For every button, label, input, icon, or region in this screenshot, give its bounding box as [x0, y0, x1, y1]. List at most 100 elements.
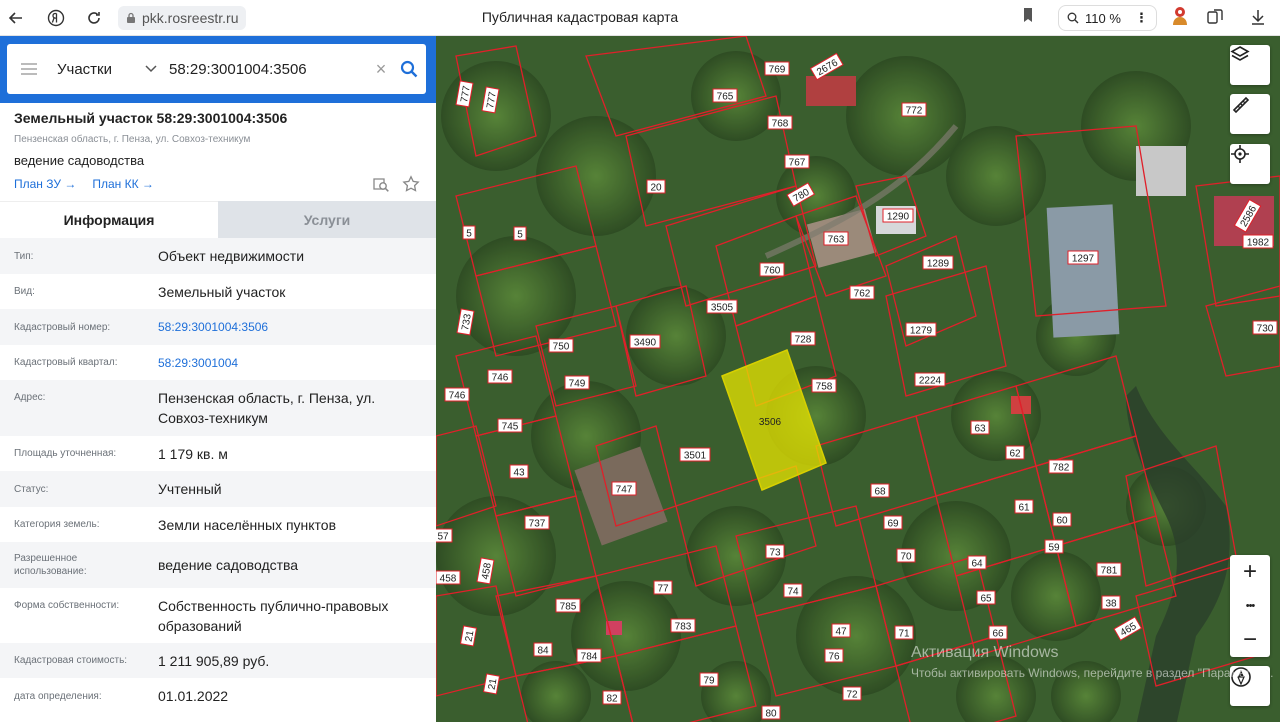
search-type-select[interactable]: Участки: [51, 61, 145, 78]
tab-services[interactable]: Услуги: [218, 201, 436, 238]
plan-kk-link[interactable]: План КК →: [92, 177, 154, 191]
parcel-number-label[interactable]: 1279: [905, 322, 937, 337]
parcel-number-text: 758: [816, 382, 833, 393]
parcel-number-label[interactable]: 80: [761, 705, 781, 720]
parcel-number-label[interactable]: 76: [824, 648, 844, 663]
parcel-number-label[interactable]: 5: [462, 225, 476, 240]
info-value: 1 179 кв. м: [158, 445, 228, 462]
cadastral-quarter-link[interactable]: 58:29:3001004: [158, 353, 436, 373]
parcel-number-label[interactable]: 70: [896, 548, 916, 563]
tab-information[interactable]: Информация: [0, 201, 218, 238]
info-label: Категория земель:: [14, 519, 100, 530]
parcel-number-label[interactable]: 765: [712, 88, 738, 103]
parcel-number-label[interactable]: 458: [436, 570, 461, 585]
locate-button[interactable]: [1230, 144, 1270, 184]
collections-icon[interactable]: [1206, 8, 1224, 31]
parcel-number-label[interactable]: 746: [444, 387, 470, 402]
parcel-number-label[interactable]: 737: [524, 515, 550, 530]
parcel-number-label[interactable]: 3501: [679, 447, 711, 462]
parcel-number-label[interactable]: 763: [823, 231, 849, 246]
parcel-number-label[interactable]: 767: [784, 154, 810, 169]
parcel-title: Земельный участок 58:29:3001004:3506: [14, 110, 288, 126]
parcel-number-label[interactable]: 79: [699, 672, 719, 687]
parcel-number-label[interactable]: 69: [883, 515, 903, 530]
parcel-number-label[interactable]: 82: [602, 690, 622, 705]
cadastral-map[interactable]: 3506 769 2676 777 777 765 772 768 767 20 780 1290 5…: [436, 36, 1280, 722]
parcel-number-label[interactable]: 785: [555, 598, 581, 613]
parcel-number-label[interactable]: 1297: [1067, 250, 1099, 265]
parcel-number-label[interactable]: 758: [811, 378, 837, 393]
parcel-number-label[interactable]: 64: [967, 555, 987, 570]
parcel-number-label[interactable]: 746: [487, 369, 513, 384]
parcel-number-label[interactable]: 1982: [1242, 234, 1274, 249]
parcel-number-label[interactable]: 783: [670, 618, 696, 633]
more-options-button[interactable]: •••: [1230, 589, 1270, 623]
parcel-number-label[interactable]: 47: [831, 623, 851, 638]
parcel-number-label[interactable]: 5: [513, 226, 527, 241]
parcel-number-text: 84: [537, 646, 549, 657]
menu-icon[interactable]: [7, 62, 51, 76]
zoom-in-button[interactable]: +: [1230, 555, 1270, 589]
parcel-number-label[interactable]: 728: [790, 331, 816, 346]
parcel-number-label[interactable]: 62: [1005, 445, 1025, 460]
parcel-number-label[interactable]: 784: [576, 648, 602, 663]
parcel-number-label[interactable]: 760: [759, 262, 785, 277]
parcel-number-label[interactable]: 2224: [914, 372, 946, 387]
cadastral-number-link[interactable]: 58:29:3001004:3506: [158, 317, 436, 337]
parcel-number-label[interactable]: 65: [976, 590, 996, 605]
parcel-number-label[interactable]: 60: [1052, 512, 1072, 527]
parcel-number-label[interactable]: 20: [646, 179, 666, 194]
parcel-number-label[interactable]: 769: [764, 61, 790, 76]
search-box: Участки ×: [7, 44, 426, 94]
parcel-number-label[interactable]: 61: [1014, 499, 1034, 514]
parcel-number-label[interactable]: 749: [564, 375, 590, 390]
parcel-number-label[interactable]: 1289: [922, 255, 954, 270]
parcel-number-label[interactable]: 3490: [629, 334, 661, 349]
info-value: Земельный участок: [158, 283, 286, 300]
parcel-number-label[interactable]: 57: [436, 528, 453, 543]
search-input[interactable]: [165, 60, 370, 78]
parcel-number-label[interactable]: 71: [894, 625, 914, 640]
reload-icon[interactable]: [78, 2, 110, 34]
parcel-number-text: 781: [1101, 566, 1118, 577]
parcel-number-label[interactable]: 74: [783, 583, 803, 598]
parcel-number-label[interactable]: 1290: [882, 208, 914, 223]
more-vertical-icon[interactable]: ⋮: [1135, 10, 1148, 26]
parcel-number-label[interactable]: 750: [548, 338, 574, 353]
parcel-number-label[interactable]: 747: [611, 481, 637, 496]
parcel-number-label[interactable]: 77: [653, 580, 673, 595]
find-on-map-icon[interactable]: [372, 175, 390, 198]
back-icon[interactable]: [0, 2, 32, 34]
zoom-icon: [1067, 12, 1079, 24]
ruler-button[interactable]: [1230, 94, 1270, 134]
layers-button[interactable]: [1230, 45, 1270, 85]
parcel-number-label[interactable]: 66: [988, 625, 1008, 640]
download-icon[interactable]: [1250, 8, 1266, 31]
parcel-number-label[interactable]: 59: [1044, 539, 1064, 554]
bookmark-icon[interactable]: [1022, 7, 1034, 28]
parcel-number-label[interactable]: 84: [533, 642, 553, 657]
parcel-number-label[interactable]: 730: [1252, 320, 1278, 335]
zoom-control[interactable]: 110 % ⋮: [1058, 5, 1157, 31]
plan-zu-link[interactable]: План ЗУ →: [14, 177, 76, 191]
parcel-number-label[interactable]: 772: [901, 102, 927, 117]
parcel-number-label[interactable]: 68: [870, 483, 890, 498]
extension-icon[interactable]: [1168, 3, 1192, 36]
yandex-logo-icon[interactable]: [40, 2, 72, 34]
parcel-number-label[interactable]: 43: [509, 464, 529, 479]
chevron-down-icon[interactable]: [145, 62, 165, 76]
parcel-number-label[interactable]: 762: [849, 285, 875, 300]
address-bar[interactable]: pkk.rosreestr.ru: [118, 6, 247, 30]
parcel-number-label[interactable]: 781: [1096, 562, 1122, 577]
parcel-number-label[interactable]: 72: [842, 686, 862, 701]
parcel-number-label[interactable]: 38: [1101, 595, 1121, 610]
parcel-number-label[interactable]: 3505: [706, 299, 738, 314]
clear-icon[interactable]: ×: [370, 59, 392, 80]
parcel-number-label[interactable]: 73: [765, 544, 785, 559]
favorite-star-icon[interactable]: [402, 175, 420, 198]
parcel-number-label[interactable]: 782: [1048, 459, 1074, 474]
parcel-number-label[interactable]: 768: [767, 115, 793, 130]
parcel-number-label[interactable]: 745: [497, 418, 523, 433]
parcel-number-label[interactable]: 63: [970, 420, 990, 435]
search-icon[interactable]: [392, 60, 426, 78]
